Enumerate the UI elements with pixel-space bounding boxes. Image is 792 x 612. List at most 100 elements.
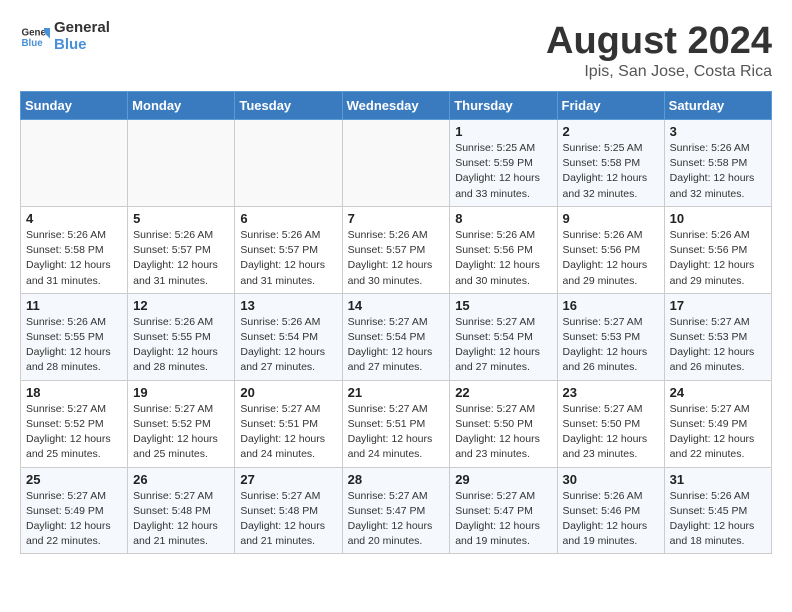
day-info: Sunrise: 5:27 AM Sunset: 5:54 PM Dayligh… xyxy=(455,315,551,376)
day-of-week-header: Friday xyxy=(557,92,664,120)
logo-blue: Blue xyxy=(54,37,110,54)
calendar-cell: 4 Sunrise: 5:26 AM Sunset: 5:58 PM Daylig… xyxy=(21,206,128,293)
day-info: Sunrise: 5:26 AM Sunset: 5:55 PM Dayligh… xyxy=(26,315,122,376)
day-number: 15 xyxy=(455,298,551,313)
day-number: 3 xyxy=(670,124,766,139)
day-info: Sunrise: 5:27 AM Sunset: 5:51 PM Dayligh… xyxy=(348,402,445,463)
calendar-cell xyxy=(235,120,342,207)
day-info: Sunrise: 5:27 AM Sunset: 5:47 PM Dayligh… xyxy=(348,489,445,550)
calendar-week-row: 4 Sunrise: 5:26 AM Sunset: 5:58 PM Daylig… xyxy=(21,206,772,293)
calendar-cell: 18Sunrise: 5:27 AM Sunset: 5:52 PM Dayli… xyxy=(21,380,128,467)
day-number: 20 xyxy=(240,385,336,400)
day-info: Sunrise: 5:27 AM Sunset: 5:54 PM Dayligh… xyxy=(348,315,445,376)
day-of-week-header: Sunday xyxy=(21,92,128,120)
day-info: Sunrise: 5:27 AM Sunset: 5:52 PM Dayligh… xyxy=(133,402,229,463)
calendar-cell: 21Sunrise: 5:27 AM Sunset: 5:51 PM Dayli… xyxy=(342,380,450,467)
day-number: 19 xyxy=(133,385,229,400)
main-title: August 2024 xyxy=(546,20,772,63)
calendar-cell: 16 Sunrise: 5:27 AM Sunset: 5:53 PM Dayli… xyxy=(557,293,664,380)
day-of-week-header: Wednesday xyxy=(342,92,450,120)
day-info: Sunrise: 5:26 AM Sunset: 5:57 PM Dayligh… xyxy=(133,228,229,289)
calendar-cell: 29 Sunrise: 5:27 AM Sunset: 5:47 PM Dayli… xyxy=(450,467,557,554)
header: General Blue General Blue August 2024 Ip… xyxy=(20,20,772,81)
day-of-week-header: Saturday xyxy=(664,92,771,120)
day-info: Sunrise: 5:27 AM Sunset: 5:53 PM Dayligh… xyxy=(563,315,659,376)
calendar-cell: 7Sunrise: 5:26 AM Sunset: 5:57 PM Daylig… xyxy=(342,206,450,293)
calendar-header-row: SundayMondayTuesdayWednesdayThursdayFrid… xyxy=(21,92,772,120)
day-number: 12 xyxy=(133,298,229,313)
calendar-cell: 17 Sunrise: 5:27 AM Sunset: 5:53 PM Dayli… xyxy=(664,293,771,380)
day-of-week-header: Tuesday xyxy=(235,92,342,120)
day-info: Sunrise: 5:27 AM Sunset: 5:48 PM Dayligh… xyxy=(133,489,229,550)
calendar-cell: 27 Sunrise: 5:27 AM Sunset: 5:48 PM Dayli… xyxy=(235,467,342,554)
day-info: Sunrise: 5:27 AM Sunset: 5:50 PM Dayligh… xyxy=(455,402,551,463)
calendar-cell: 10 Sunrise: 5:26 AM Sunset: 5:56 PM Dayli… xyxy=(664,206,771,293)
calendar-cell: 24 Sunrise: 5:27 AM Sunset: 5:49 PM Dayli… xyxy=(664,380,771,467)
calendar-cell: 23Sunrise: 5:27 AM Sunset: 5:50 PM Dayli… xyxy=(557,380,664,467)
day-number: 7 xyxy=(348,211,445,226)
calendar-cell: 26 Sunrise: 5:27 AM Sunset: 5:48 PM Dayli… xyxy=(128,467,235,554)
day-info: Sunrise: 5:27 AM Sunset: 5:51 PM Dayligh… xyxy=(240,402,336,463)
day-info: Sunrise: 5:26 AM Sunset: 5:56 PM Dayligh… xyxy=(670,228,766,289)
calendar-cell: 25 Sunrise: 5:27 AM Sunset: 5:49 PM Dayli… xyxy=(21,467,128,554)
calendar-week-row: 11 Sunrise: 5:26 AM Sunset: 5:55 PM Dayli… xyxy=(21,293,772,380)
day-info: Sunrise: 5:26 AM Sunset: 5:46 PM Dayligh… xyxy=(563,489,659,550)
day-number: 30 xyxy=(563,472,659,487)
day-info: Sunrise: 5:27 AM Sunset: 5:48 PM Dayligh… xyxy=(240,489,336,550)
day-info: Sunrise: 5:26 AM Sunset: 5:55 PM Dayligh… xyxy=(133,315,229,376)
day-info: Sunrise: 5:26 AM Sunset: 5:58 PM Dayligh… xyxy=(26,228,122,289)
day-number: 22 xyxy=(455,385,551,400)
calendar-cell: 9Sunrise: 5:26 AM Sunset: 5:56 PM Daylig… xyxy=(557,206,664,293)
day-info: Sunrise: 5:26 AM Sunset: 5:45 PM Dayligh… xyxy=(670,489,766,550)
day-info: Sunrise: 5:27 AM Sunset: 5:49 PM Dayligh… xyxy=(670,402,766,463)
day-number: 27 xyxy=(240,472,336,487)
day-number: 29 xyxy=(455,472,551,487)
day-info: Sunrise: 5:26 AM Sunset: 5:58 PM Dayligh… xyxy=(670,141,766,202)
calendar-cell: 6Sunrise: 5:26 AM Sunset: 5:57 PM Daylig… xyxy=(235,206,342,293)
day-number: 18 xyxy=(26,385,122,400)
day-number: 1 xyxy=(455,124,551,139)
day-number: 24 xyxy=(670,385,766,400)
day-number: 4 xyxy=(26,211,122,226)
day-number: 26 xyxy=(133,472,229,487)
subtitle: Ipis, San Jose, Costa Rica xyxy=(546,63,772,81)
svg-text:Blue: Blue xyxy=(22,38,44,49)
calendar-cell: 11 Sunrise: 5:26 AM Sunset: 5:55 PM Dayli… xyxy=(21,293,128,380)
day-number: 31 xyxy=(670,472,766,487)
day-number: 16 xyxy=(563,298,659,313)
day-info: Sunrise: 5:27 AM Sunset: 5:49 PM Dayligh… xyxy=(26,489,122,550)
day-info: Sunrise: 5:25 AM Sunset: 5:59 PM Dayligh… xyxy=(455,141,551,202)
day-number: 11 xyxy=(26,298,122,313)
calendar-cell: 28Sunrise: 5:27 AM Sunset: 5:47 PM Dayli… xyxy=(342,467,450,554)
day-number: 25 xyxy=(26,472,122,487)
day-info: Sunrise: 5:26 AM Sunset: 5:54 PM Dayligh… xyxy=(240,315,336,376)
calendar-cell xyxy=(342,120,450,207)
calendar-cell: 13 Sunrise: 5:26 AM Sunset: 5:54 PM Dayli… xyxy=(235,293,342,380)
day-info: Sunrise: 5:27 AM Sunset: 5:53 PM Dayligh… xyxy=(670,315,766,376)
calendar-week-row: 25 Sunrise: 5:27 AM Sunset: 5:49 PM Dayli… xyxy=(21,467,772,554)
calendar-table: SundayMondayTuesdayWednesdayThursdayFrid… xyxy=(20,91,772,554)
day-info: Sunrise: 5:26 AM Sunset: 5:56 PM Dayligh… xyxy=(455,228,551,289)
day-number: 13 xyxy=(240,298,336,313)
day-number: 17 xyxy=(670,298,766,313)
calendar-cell: 5 Sunrise: 5:26 AM Sunset: 5:57 PM Daylig… xyxy=(128,206,235,293)
calendar-cell: 14 Sunrise: 5:27 AM Sunset: 5:54 PM Dayli… xyxy=(342,293,450,380)
day-number: 2 xyxy=(563,124,659,139)
calendar-cell: 8 Sunrise: 5:26 AM Sunset: 5:56 PM Daylig… xyxy=(450,206,557,293)
calendar-cell: 22 Sunrise: 5:27 AM Sunset: 5:50 PM Dayli… xyxy=(450,380,557,467)
calendar-cell xyxy=(128,120,235,207)
day-number: 5 xyxy=(133,211,229,226)
day-info: Sunrise: 5:26 AM Sunset: 5:56 PM Dayligh… xyxy=(563,228,659,289)
day-number: 14 xyxy=(348,298,445,313)
day-number: 8 xyxy=(455,211,551,226)
calendar-cell: 1 Sunrise: 5:25 AM Sunset: 5:59 PM Daylig… xyxy=(450,120,557,207)
logo-general: General xyxy=(54,20,110,37)
day-info: Sunrise: 5:26 AM Sunset: 5:57 PM Dayligh… xyxy=(240,228,336,289)
calendar-cell: 31 Sunrise: 5:26 AM Sunset: 5:45 PM Dayli… xyxy=(664,467,771,554)
calendar-cell: 12 Sunrise: 5:26 AM Sunset: 5:55 PM Dayli… xyxy=(128,293,235,380)
day-info: Sunrise: 5:27 AM Sunset: 5:47 PM Dayligh… xyxy=(455,489,551,550)
calendar-week-row: 18 Sunrise: 5:27 AM Sunset: 5:52 PM Dayli… xyxy=(21,380,772,467)
day-number: 10 xyxy=(670,211,766,226)
calendar-body: 1 Sunrise: 5:25 AM Sunset: 5:59 PM Daylig… xyxy=(21,120,772,554)
calendar-cell: 2Sunrise: 5:25 AM Sunset: 5:58 PM Daylig… xyxy=(557,120,664,207)
